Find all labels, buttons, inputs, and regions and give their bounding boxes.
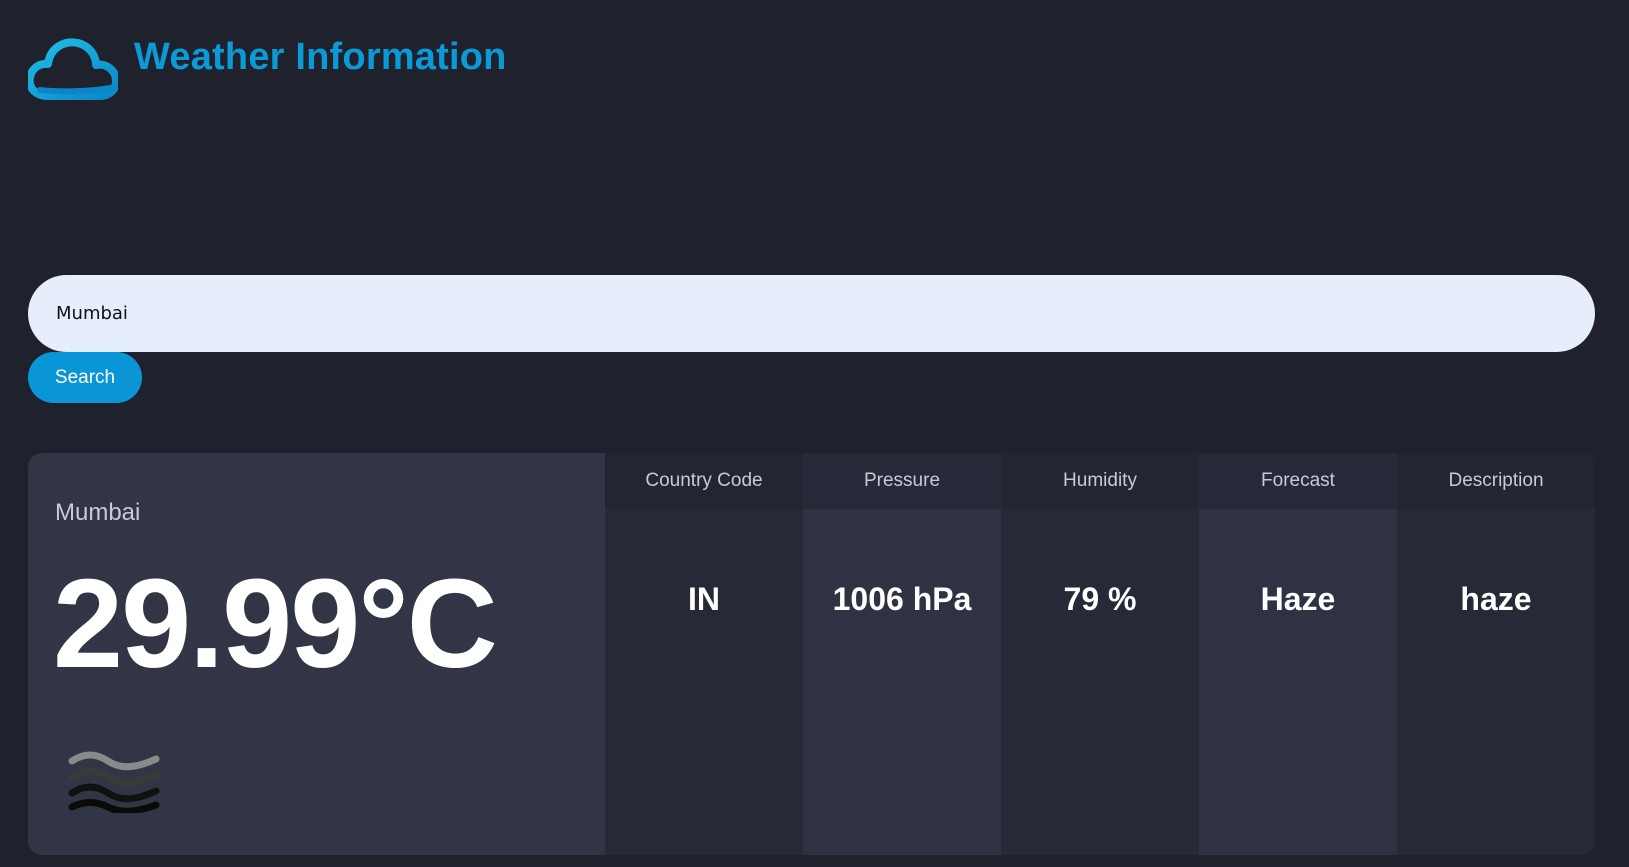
column-header: Pressure: [803, 453, 1001, 509]
search-input[interactable]: [28, 275, 1595, 352]
column-value: 1006 hPa: [803, 509, 1001, 855]
column-header: Humidity: [1001, 453, 1199, 509]
cloud-icon: [28, 38, 118, 100]
column-value: haze: [1397, 509, 1595, 855]
temperature-value: 29.99°C: [53, 553, 498, 694]
header: Weather Information: [28, 30, 507, 100]
haze-icon: [68, 751, 160, 813]
weather-app: Weather Information Search Mumbai 29.99°…: [0, 0, 1629, 867]
weather-result-card: Mumbai 29.99°C Country Code IN Pressure …: [28, 453, 1595, 855]
weather-details: Country Code IN Pressure 1006 hPa Humidi…: [605, 453, 1595, 855]
detail-column-country-code: Country Code IN: [605, 453, 803, 855]
detail-column-humidity: Humidity 79 %: [1001, 453, 1199, 855]
column-header: Forecast: [1199, 453, 1397, 509]
column-header: Description: [1397, 453, 1595, 509]
column-value: IN: [605, 509, 803, 855]
page-title: Weather Information: [134, 36, 507, 78]
detail-column-description: Description haze: [1397, 453, 1595, 855]
search-button[interactable]: Search: [28, 352, 142, 403]
column-value: Haze: [1199, 509, 1397, 855]
column-header: Country Code: [605, 453, 803, 509]
city-name: Mumbai: [55, 499, 141, 526]
current-weather-panel: Mumbai 29.99°C: [28, 453, 605, 855]
detail-column-forecast: Forecast Haze: [1199, 453, 1397, 855]
column-value: 79 %: [1001, 509, 1199, 855]
detail-column-pressure: Pressure 1006 hPa: [803, 453, 1001, 855]
